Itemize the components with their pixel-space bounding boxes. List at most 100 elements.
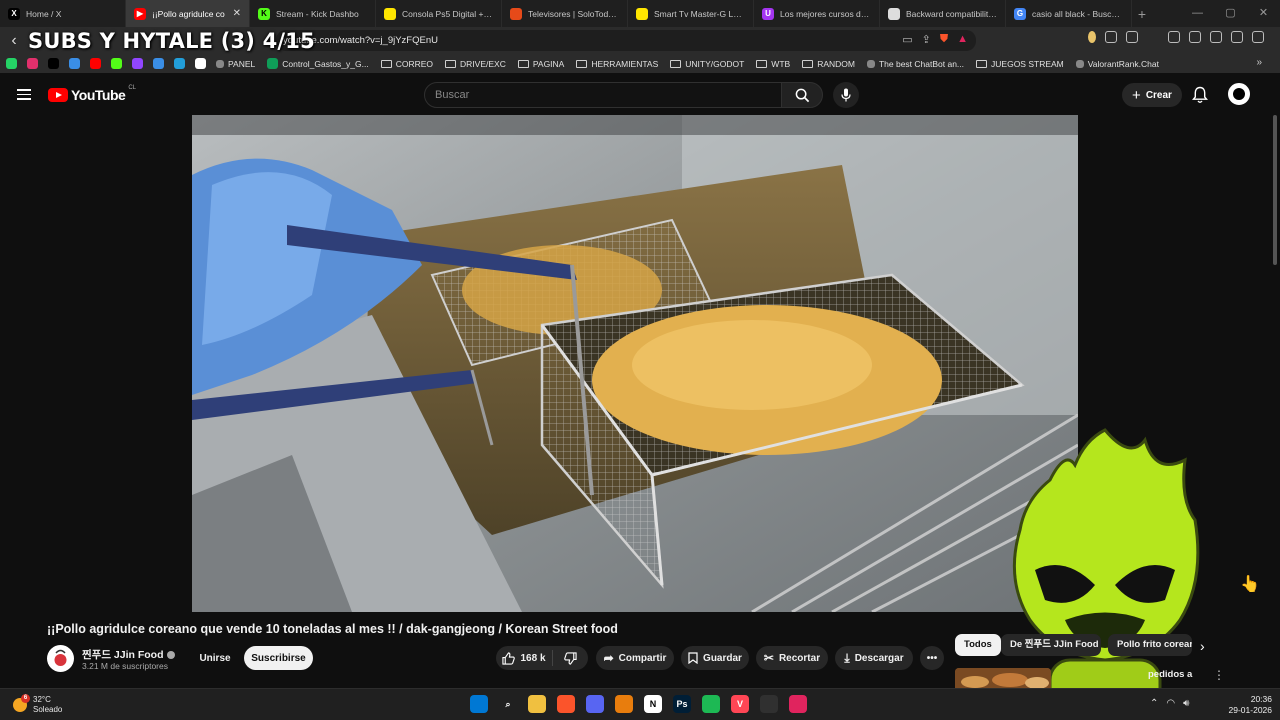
taskbar-clock[interactable]: 20:36 29-01-2026 — [1228, 694, 1272, 716]
browser-tab[interactable]: X Home / X — [0, 0, 126, 27]
bookmark-item[interactable]: The best ChatBot an... — [866, 59, 964, 69]
google-icon: G — [1014, 7, 1026, 20]
filter-chip[interactable]: Todos — [955, 634, 1001, 656]
bookmark-shortcut-icon[interactable] — [6, 58, 17, 69]
extension-icon[interactable] — [1147, 31, 1159, 43]
bookmark-folder[interactable]: CORREO — [380, 59, 433, 69]
brave-browser-icon[interactable] — [557, 695, 575, 713]
browser-tab[interactable]: Smart Tv Master-G LED 40 — [628, 0, 754, 27]
extension-icon[interactable] — [1088, 31, 1096, 43]
account-avatar[interactable] — [1228, 83, 1250, 105]
menu-hamburger-icon[interactable] — [17, 89, 31, 100]
leo-ai-icon[interactable] — [1231, 31, 1243, 43]
bookmark-folder[interactable]: HERRAMIENTAS — [576, 59, 658, 69]
like-button[interactable]: 168 k — [496, 650, 553, 666]
bookmark-shortcut-icon[interactable] — [153, 58, 164, 69]
share-button[interactable]: ➦ Compartir — [596, 646, 674, 670]
bookmarks-overflow-icon[interactable]: » — [1256, 57, 1262, 68]
notifications-bell-icon[interactable] — [1192, 86, 1208, 104]
spotify-icon[interactable] — [702, 695, 720, 713]
download-button[interactable]: ⤓ Descargar — [835, 646, 913, 670]
bookmark-folder[interactable]: PAGINA — [517, 59, 564, 69]
volume-icon[interactable]: 🔊︎ — [1183, 698, 1189, 709]
search-input[interactable]: Buscar — [424, 82, 782, 108]
browser-tab[interactable]: K Stream - Kick Dashbo — [250, 0, 376, 27]
close-window-icon[interactable]: ✕ — [1247, 0, 1280, 27]
obs-icon[interactable] — [760, 695, 778, 713]
sidebar-icon[interactable] — [1189, 31, 1201, 43]
browser-tab[interactable]: Backward compatibility: P — [880, 0, 1006, 27]
bookmark-shortcut-icon[interactable] — [174, 58, 185, 69]
discord-icon[interactable] — [586, 695, 604, 713]
bookmark-shortcut-icon[interactable] — [111, 58, 122, 69]
dislike-button[interactable] — [553, 651, 588, 665]
close-tab-icon[interactable]: ✕ — [233, 8, 241, 19]
video-player[interactable] — [192, 115, 1078, 612]
blender-icon[interactable] — [615, 695, 633, 713]
youtube-logo[interactable]: YouTube CL — [48, 85, 136, 103]
search-icon[interactable]: ⌕ — [499, 695, 517, 713]
minimize-icon[interactable]: — — [1181, 0, 1214, 27]
filter-chip[interactable]: De 찐푸드 JJin Food — [1001, 634, 1101, 656]
bookmark-item[interactable]: ValorantRank.Chat — [1075, 59, 1159, 69]
bookmark-shortcut-icon[interactable] — [69, 58, 80, 69]
weather-widget[interactable]: 6 32°C Soleado — [13, 694, 62, 715]
microphone-icon — [841, 88, 851, 102]
create-button[interactable]: + Crear — [1122, 83, 1182, 107]
maximize-icon[interactable]: ▢ — [1214, 0, 1247, 27]
save-button[interactable]: Guardar — [681, 646, 749, 670]
wallet-icon[interactable] — [1210, 31, 1222, 43]
brave-rewards-icon[interactable]: ▲ — [957, 33, 968, 46]
join-button[interactable]: Unirse — [195, 646, 235, 670]
bookmark-shortcut-icon[interactable] — [90, 58, 101, 69]
bookmark-item[interactable]: Control_Gastos_y_G... — [267, 58, 369, 69]
recommendation-thumbnail[interactable] — [955, 668, 1051, 690]
subscribe-button[interactable]: Suscribirse — [244, 646, 313, 670]
streaming-app-icon[interactable] — [789, 695, 807, 713]
new-tab-button[interactable]: + — [1132, 6, 1152, 22]
extension-icon[interactable] — [1126, 31, 1138, 43]
file-explorer-icon[interactable] — [528, 695, 546, 713]
more-vertical-icon[interactable]: ⋮ — [1213, 668, 1225, 682]
bookmark-item[interactable]: PANEL — [216, 59, 255, 69]
browser-tab[interactable]: Televisores | SoloTodo.cl — [502, 0, 628, 27]
chevron-right-icon[interactable]: › — [1200, 638, 1205, 654]
bookmark-shortcut-icon[interactable] — [48, 58, 59, 69]
more-actions-button[interactable]: ••• — [920, 646, 944, 670]
filter-chip[interactable]: Pollo frito coreano — [1108, 634, 1192, 656]
recommendation-title[interactable]: pedidos a — [1148, 669, 1192, 680]
vpn-icon[interactable] — [1252, 31, 1264, 43]
browser-tab[interactable]: U Los mejores cursos de Go — [754, 0, 880, 27]
bookmark-folder[interactable]: DRIVE/EXC — [445, 59, 506, 69]
channel-name[interactable]: 찐푸드 JJin Food — [82, 647, 176, 662]
bookmark-shortcut-icon[interactable] — [195, 58, 206, 69]
menu-icon[interactable] — [1273, 31, 1280, 43]
bookmark-shortcut-icon[interactable] — [27, 58, 38, 69]
bookmark-folder[interactable]: RANDOM — [802, 59, 855, 69]
clip-button[interactable]: ✂ Recortar — [756, 646, 828, 670]
search-button[interactable] — [781, 82, 823, 108]
notion-icon[interactable]: N — [644, 695, 662, 713]
page-scrollbar[interactable] — [1273, 115, 1277, 265]
share-icon[interactable]: ⇪ — [922, 33, 931, 46]
cast-icon[interactable]: ▭ — [902, 33, 912, 46]
bookmark-folder[interactable]: WTB — [756, 59, 790, 69]
channel-avatar[interactable] — [47, 645, 74, 672]
chevron-up-icon[interactable]: ⌃ — [1150, 698, 1158, 709]
browser-tab[interactable]: ▶ ¡¡Pollo agridulce co ✕ — [126, 0, 250, 27]
browser-tab[interactable]: Consola Ps5 Digital + Jue — [376, 0, 502, 27]
valorant-icon[interactable]: V — [731, 695, 749, 713]
voice-search-button[interactable] — [833, 82, 859, 108]
windows-start-icon[interactable] — [470, 695, 488, 713]
wifi-icon[interactable]: ◠ — [1166, 698, 1175, 709]
browser-tab[interactable]: Gcasio all black - Buscar co — [1006, 0, 1132, 27]
bookmark-shortcut-icon[interactable] — [132, 58, 143, 69]
extension-icon[interactable] — [1105, 31, 1117, 43]
address-bar[interactable]: youtube.com/watch?v=j_9jYzFQEnU ▭ ⇪ ⛊ ▲ — [276, 30, 976, 51]
brave-shields-icon[interactable]: ⛊ — [940, 33, 948, 46]
bookmark-folder[interactable]: UNITY/GODOT — [670, 59, 744, 69]
back-button[interactable]: ‹ — [0, 32, 28, 50]
photoshop-icon[interactable]: Ps — [673, 695, 691, 713]
bookmark-folder[interactable]: JUEGOS STREAM — [976, 59, 1064, 69]
media-icon[interactable] — [1168, 31, 1180, 43]
